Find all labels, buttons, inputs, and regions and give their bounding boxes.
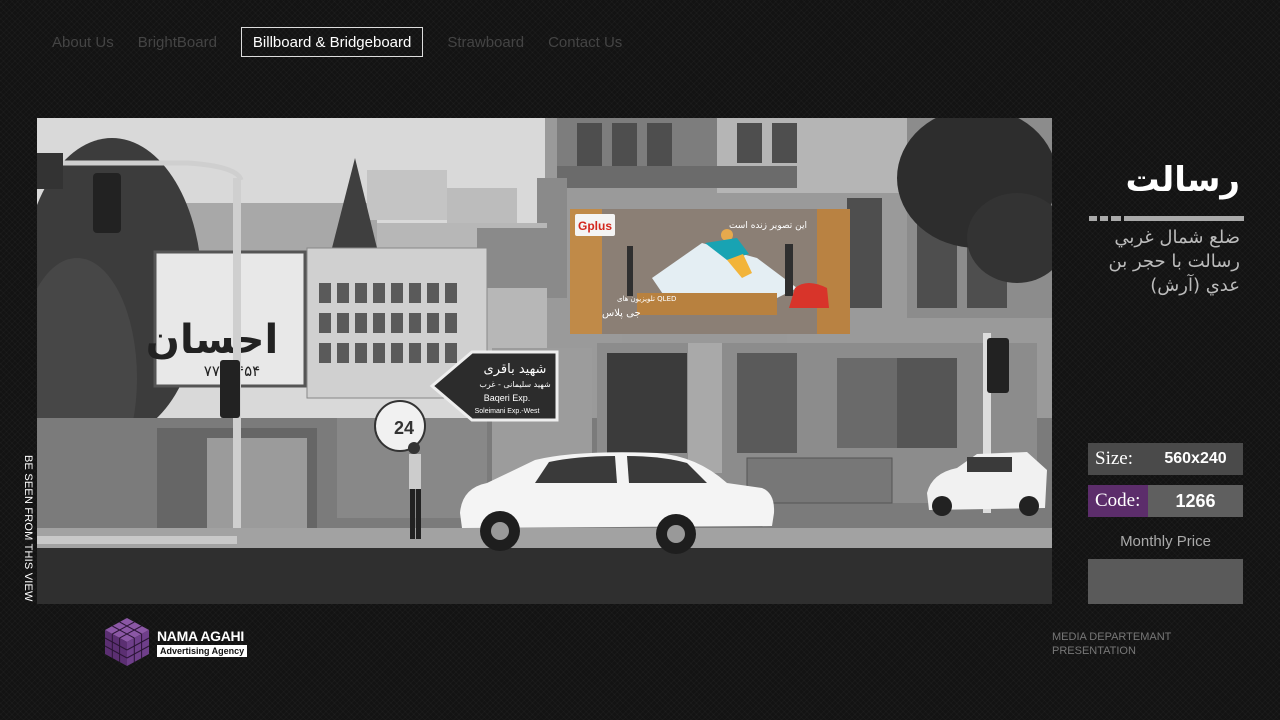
road-sign-en-1: Baqeri Exp. <box>484 393 531 403</box>
location-address: ضلع شمال غربي رسالت با حجر بن عدي (آرش) <box>1108 227 1240 296</box>
size-label: Size: <box>1088 443 1148 475</box>
main-nav: About Us BrightBoard Billboard & Bridgeb… <box>40 27 634 57</box>
billboard-sub: تلویزیون های QLED <box>617 295 676 303</box>
location-title: رسالت <box>1125 160 1240 200</box>
media-department-note: MEDIA DEPARTEMANT PRESENTATION <box>1052 630 1171 658</box>
billboard-location-photo: احسان ۷۷۰۵۴۵۴ <box>37 118 1052 604</box>
nav-strawboard[interactable]: Strawboard <box>435 27 536 57</box>
code-label: Code: <box>1088 485 1148 517</box>
building-sign-text: احسان <box>146 317 278 363</box>
media-line-2: PRESENTATION <box>1052 645 1136 657</box>
logo-name: NAMA AGAHI <box>157 627 244 644</box>
road-sign-fa-2: شهید سلیمانی - غرب <box>479 380 551 389</box>
logo-tagline: Advertising Agency <box>157 644 248 657</box>
media-line-1: MEDIA DEPARTEMANT <box>1052 631 1172 643</box>
monthly-price-label: Monthly Price <box>1120 533 1211 550</box>
size-value: 560x240 <box>1148 443 1243 475</box>
nav-billboard-bridgeboard[interactable]: Billboard & Bridgeboard <box>240 27 424 57</box>
title-divider <box>1089 216 1244 222</box>
svg-text:24: 24 <box>394 418 414 438</box>
company-logo[interactable]: NAMA AGAHI Advertising Agency <box>103 616 248 668</box>
monthly-price-value <box>1088 559 1243 604</box>
nav-brightboard[interactable]: BrightBoard <box>126 27 229 57</box>
nav-about-us[interactable]: About Us <box>40 27 126 57</box>
billboard-brand-fa: جی پلاس <box>602 308 641 319</box>
code-value: 1266 <box>1148 485 1243 517</box>
billboard-headline: این تصویر زنده است <box>729 221 807 231</box>
cube-logo-icon <box>104 618 150 666</box>
code-row: Code: 1266 <box>1088 485 1243 517</box>
billboard-advert: Gplus این تصویر زنده است تلویزیون های QL… <box>570 209 850 334</box>
size-row: Size: 560x240 <box>1088 443 1243 475</box>
road-sign-fa-1: شهید باقری <box>484 362 547 377</box>
road-sign-en-2: Soleimani Exp.-West <box>475 408 540 415</box>
nav-contact-us[interactable]: Contact Us <box>536 27 634 57</box>
view-caption: BE SEEN FROM THIS VIEW <box>22 455 34 602</box>
billboard-brand: Gplus <box>578 219 612 233</box>
